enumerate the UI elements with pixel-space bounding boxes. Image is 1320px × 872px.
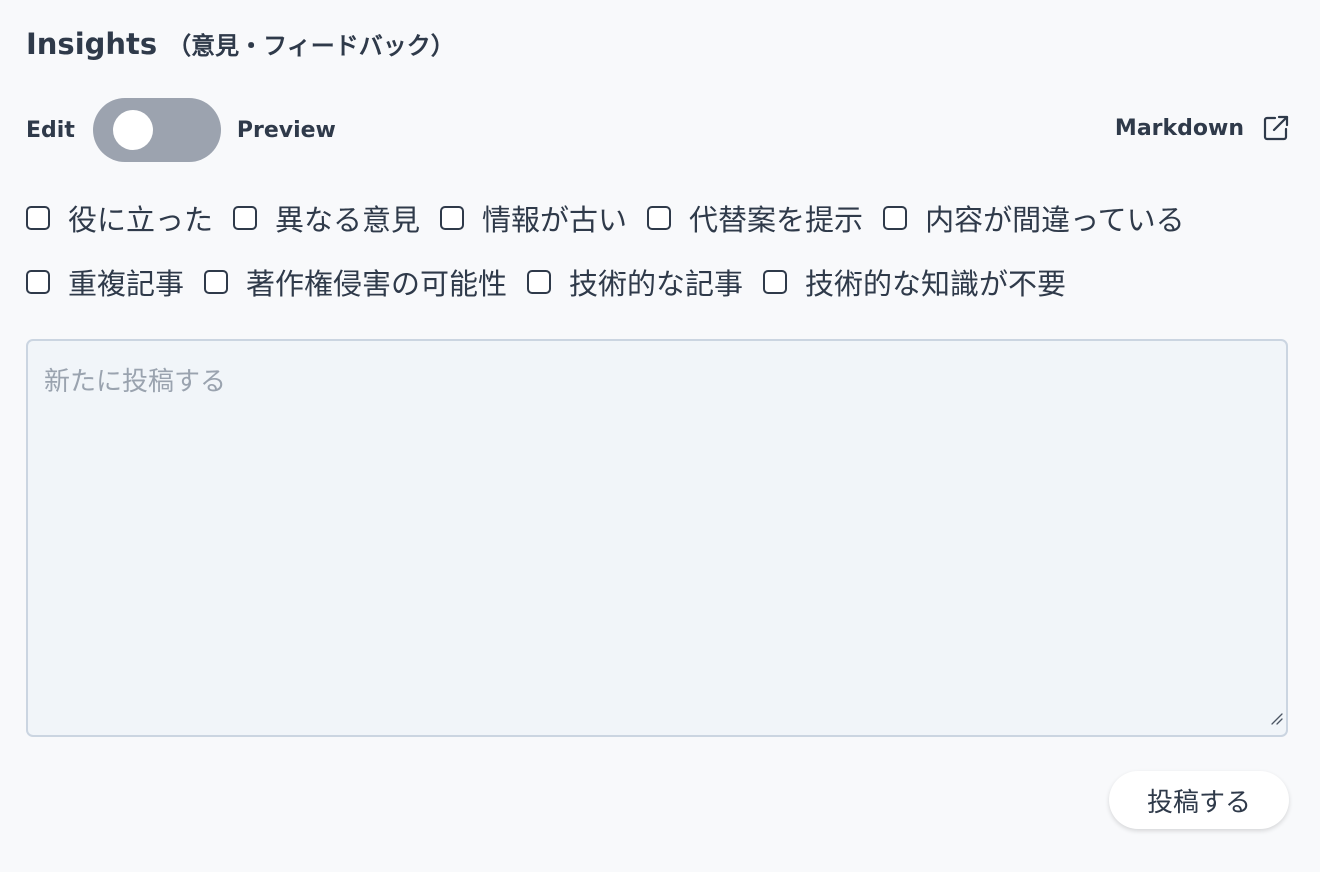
tag-label: 著作権侵害の可能性 — [246, 267, 508, 301]
textarea-placeholder: 新たに投稿する — [44, 367, 227, 397]
submit-button[interactable]: 投稿する — [1109, 771, 1289, 829]
resize-handle-icon[interactable] — [1269, 702, 1283, 732]
tag-row: 重複記事 著作権侵害の可能性 技術的な記事 技術的な知識が不要 — [26, 250, 1296, 314]
markdown-label: Markdown — [1114, 115, 1244, 141]
tag-checkbox-item[interactable]: 異なる意見 — [233, 197, 420, 239]
checkbox[interactable] — [440, 206, 465, 230]
tag-label: 役に立った — [68, 203, 214, 237]
edit-preview-toggle[interactable] — [92, 98, 221, 162]
mode-toggle-row: Edit Preview — [26, 98, 336, 162]
preview-label: Preview — [236, 117, 336, 143]
toggle-knob — [112, 110, 153, 150]
tag-label: 重複記事 — [68, 267, 185, 301]
edit-label: Edit — [26, 117, 75, 143]
checkbox[interactable] — [204, 270, 229, 294]
tag-checkbox-item[interactable]: 内容が間違っている — [883, 197, 1185, 239]
checkbox[interactable] — [763, 270, 788, 294]
tag-checkbox-item[interactable]: 著作権侵害の可能性 — [204, 261, 507, 303]
tag-label: 情報が古い — [482, 203, 628, 237]
tag-checkbox-item[interactable]: 技術的な知識が不要 — [763, 261, 1066, 303]
page-title-text: Insights — [26, 27, 158, 61]
markdown-help-link[interactable]: Markdown — [1115, 114, 1290, 142]
tag-checkbox-group: 役に立った 異なる意見 情報が古い 代替案を提示 内容が間違っている 重複記事 著作権侵害… — [26, 186, 1296, 314]
tag-checkbox-item[interactable]: 技術的な記事 — [527, 261, 743, 303]
tag-label: 技術的な知識が不要 — [805, 267, 1067, 301]
tag-row: 役に立った 異なる意見 情報が古い 代替案を提示 内容が間違っている — [26, 186, 1296, 250]
checkbox[interactable] — [883, 206, 908, 230]
checkbox[interactable] — [26, 270, 50, 294]
post-textarea[interactable]: 新たに投稿する — [26, 339, 1288, 737]
external-link-icon — [1262, 114, 1290, 142]
page-subtitle: （意見・フィードバック） — [167, 32, 455, 60]
tag-checkbox-item[interactable]: 役に立った — [26, 197, 213, 239]
tag-checkbox-item[interactable]: 情報が古い — [440, 197, 627, 239]
tag-label: 代替案を提示 — [689, 203, 864, 237]
checkbox[interactable] — [26, 206, 50, 230]
tag-label: 異なる意見 — [275, 203, 421, 237]
tag-checkbox-item[interactable]: 代替案を提示 — [647, 197, 863, 239]
checkbox[interactable] — [647, 206, 672, 230]
tag-checkbox-item[interactable]: 重複記事 — [26, 261, 184, 303]
checkbox[interactable] — [233, 206, 258, 230]
tag-label: 技術的な記事 — [569, 267, 744, 301]
checkbox[interactable] — [527, 270, 552, 294]
tag-label: 内容が間違っている — [925, 203, 1185, 237]
page-title: Insights （意見・フィードバック） — [26, 26, 455, 61]
